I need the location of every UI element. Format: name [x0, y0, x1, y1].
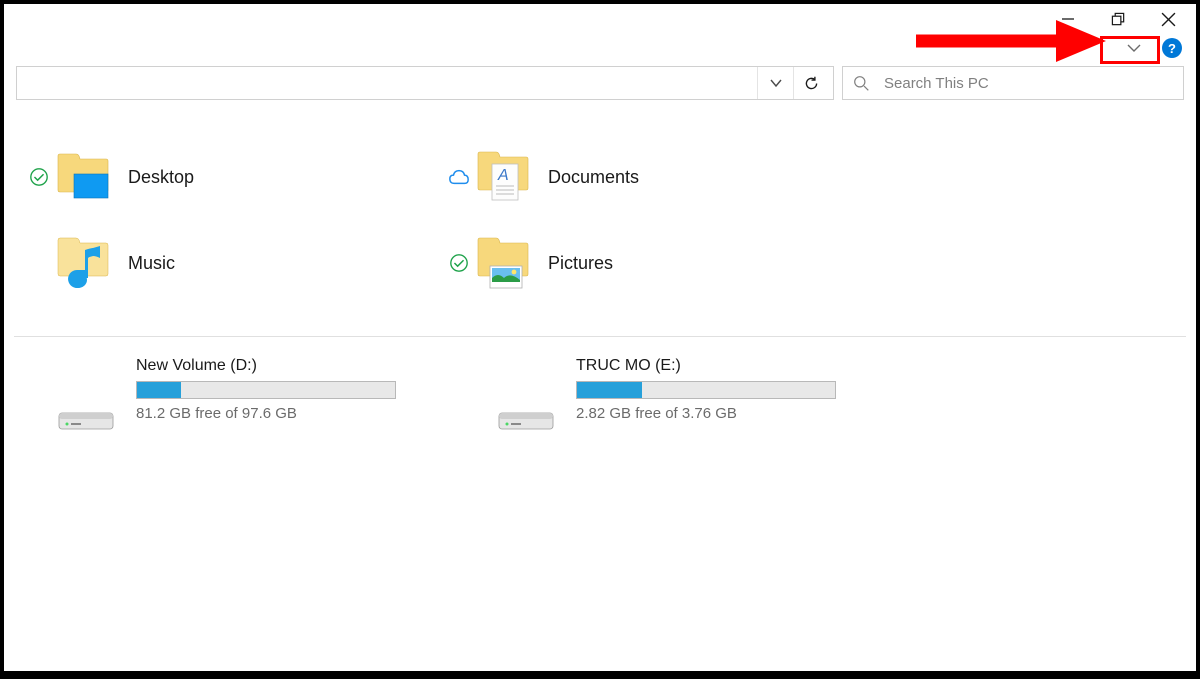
drive-usage-fill [137, 382, 181, 398]
folder-item-desktop[interactable]: Desktop [14, 134, 434, 220]
folder-label: Music [128, 253, 175, 274]
explorer-window: ? [4, 4, 1196, 671]
close-icon [1161, 12, 1176, 27]
folder-item-music[interactable]: Music [14, 220, 434, 306]
sync-status [444, 168, 474, 186]
folder-label: Desktop [128, 167, 194, 188]
close-button[interactable] [1152, 7, 1184, 31]
drive-icon [54, 375, 118, 435]
check-circle-icon [449, 253, 469, 273]
drive-usage-bar [576, 381, 836, 399]
documents-folder-icon: A [474, 147, 534, 207]
address-dropdown-button[interactable] [757, 67, 793, 99]
drive-name: New Volume (D:) [136, 357, 454, 375]
folder-label: Pictures [548, 253, 613, 274]
drive-free-text: 81.2 GB free of 97.6 GB [136, 405, 454, 422]
search-icon [853, 75, 870, 92]
address-bar[interactable] [16, 66, 834, 100]
search-input[interactable] [884, 75, 1173, 92]
help-button[interactable]: ? [1162, 38, 1182, 58]
desktop-folder-icon [54, 147, 114, 207]
drive-item-d[interactable]: New Volume (D:) 81.2 GB free of 97.6 GB [14, 357, 454, 435]
sync-status [444, 253, 474, 273]
drives-section: New Volume (D:) 81.2 GB free of 97.6 GB [14, 357, 1186, 435]
annotation-arrow [916, 18, 1106, 64]
music-folder-icon [54, 233, 114, 293]
refresh-button[interactable] [793, 67, 829, 99]
search-box[interactable] [842, 66, 1184, 100]
chevron-down-icon [769, 76, 783, 90]
folders-section: Desktop Music [14, 134, 1186, 306]
maximize-icon [1111, 12, 1126, 27]
folder-label: Documents [548, 167, 639, 188]
pictures-folder-icon [474, 233, 534, 293]
main-content: Desktop Music [4, 104, 1196, 445]
folder-item-documents[interactable]: A Documents [434, 134, 854, 220]
svg-text:A: A [497, 167, 509, 184]
drive-icon [494, 375, 558, 435]
annotation-highlight-box [1100, 36, 1160, 64]
sync-status [24, 167, 54, 187]
refresh-icon [803, 75, 820, 92]
drive-free-text: 2.82 GB free of 3.76 GB [576, 405, 894, 422]
drive-usage-bar [136, 381, 396, 399]
drive-name: TRUC MO (E:) [576, 357, 894, 375]
check-circle-icon [29, 167, 49, 187]
drive-usage-fill [577, 382, 642, 398]
section-divider [14, 336, 1186, 337]
drive-item-e[interactable]: TRUC MO (E:) 2.82 GB free of 3.76 GB [454, 357, 894, 435]
maximize-button[interactable] [1102, 7, 1134, 31]
arrow-icon [916, 18, 1106, 64]
address-search-row [4, 62, 1196, 104]
folder-item-pictures[interactable]: Pictures [434, 220, 854, 306]
cloud-icon [448, 168, 470, 186]
